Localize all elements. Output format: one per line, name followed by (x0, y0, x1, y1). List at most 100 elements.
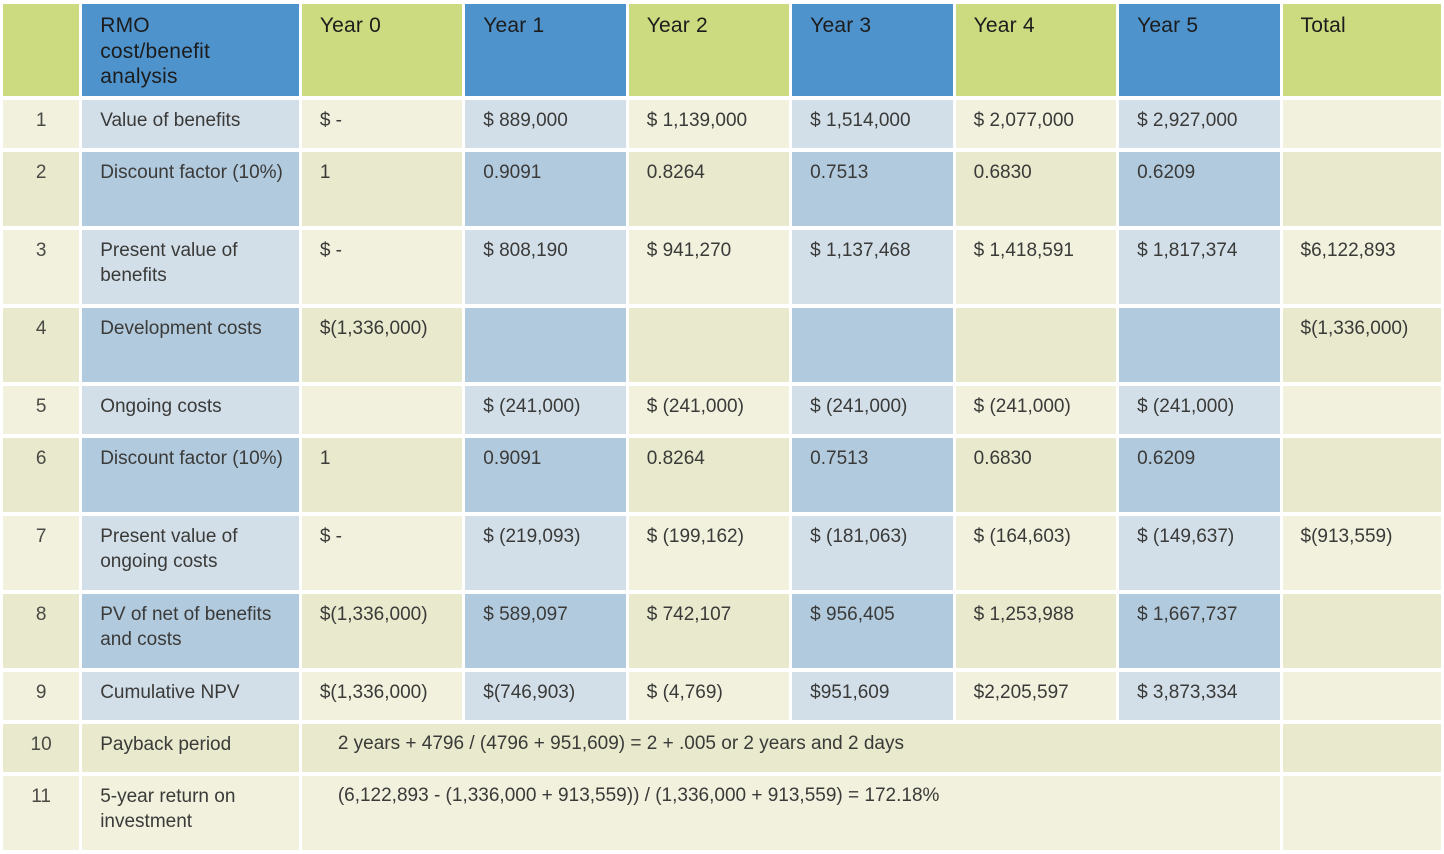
cell-year-2: $ (4,769) (628, 672, 790, 720)
cell-year-5 (1119, 308, 1280, 382)
row-number: 8 (3, 594, 80, 668)
cell-year-2: 0.8264 (628, 152, 790, 226)
cell-year-5: $ 3,873,334 (1119, 672, 1280, 720)
cell-year-4: 0.6830 (955, 438, 1117, 512)
cell-year-2: $ (241,000) (628, 386, 790, 434)
row-number: 6 (3, 438, 80, 512)
cell-total (1282, 100, 1441, 148)
payback-period-formula: 2 years + 4796 / (4796 + 951,609) = 2 + … (301, 724, 1280, 772)
row-label: Discount factor (10%) (82, 438, 299, 512)
cell-year-1: $ 808,190 (465, 230, 626, 304)
cost-benefit-analysis-table: RMO cost/benefit analysisRMOcost/benefit… (0, 0, 1444, 854)
cell-year-3: $ (241,000) (792, 386, 953, 434)
cell-year-5: $ 1,817,374 (1119, 230, 1280, 304)
row-label: Payback period (82, 724, 299, 772)
cell-year-3: 0.7513 (792, 438, 953, 512)
cell-year-0 (301, 386, 463, 434)
cell-year-1: $ (219,093) (465, 516, 626, 590)
row-label: Ongoing costs (82, 386, 299, 434)
cell-year-2: $ 742,107 (628, 594, 790, 668)
summary-row: 10 Payback period 2 years + 4796 / (4796… (3, 724, 1441, 772)
row-number: 2 (3, 152, 80, 226)
row-label: Value of benefits (82, 100, 299, 148)
cell-year-5: $ 2,927,000 (1119, 100, 1280, 148)
cell-year-4: 0.6830 (955, 152, 1117, 226)
cell-year-5: $ 1,667,737 (1119, 594, 1280, 668)
row-number: 7 (3, 516, 80, 590)
table-row: 1 Value of benefits $ - $ 889,000 $ 1,13… (3, 100, 1441, 148)
table-row: 6 Discount factor (10%) 1 0.9091 0.8264 … (3, 438, 1441, 512)
header-year-2: Year 2 (628, 4, 790, 96)
cell-total (1282, 386, 1441, 434)
cell-year-0: $(1,336,000) (301, 672, 463, 720)
cell-total (1282, 724, 1441, 772)
table-row: 4 Development costs $(1,336,000) $(1,336… (3, 308, 1441, 382)
cell-year-4 (955, 308, 1117, 382)
table-row: 3 Present value of benefits $ - $ 808,19… (3, 230, 1441, 304)
cell-year-1: $ 589,097 (465, 594, 626, 668)
row-number: 3 (3, 230, 80, 304)
cell-year-3: $ 1,137,468 (792, 230, 953, 304)
cell-year-5: 0.6209 (1119, 152, 1280, 226)
cell-year-2: $ (199,162) (628, 516, 790, 590)
row-number: 9 (3, 672, 80, 720)
table-row: 8 PV of net of benefits and costs $(1,33… (3, 594, 1441, 668)
header-year-4: Year 4 (955, 4, 1117, 96)
cell-year-2: $ 941,270 (628, 230, 790, 304)
cell-year-2: $ 1,139,000 (628, 100, 790, 148)
row-number: 4 (3, 308, 80, 382)
cell-year-3: $951,609 (792, 672, 953, 720)
cell-year-4: $2,205,597 (955, 672, 1117, 720)
cost-benefit-analysis-sheet: RMO cost/benefit analysisRMOcost/benefit… (0, 0, 1444, 850)
row-number: 1 (3, 100, 80, 148)
cell-total (1282, 438, 1441, 512)
row-label: Present value of ongoing costs (82, 516, 299, 590)
cell-year-1: $ 889,000 (465, 100, 626, 148)
cell-total: $(1,336,000) (1282, 308, 1441, 382)
cell-total: $6,122,893 (1282, 230, 1441, 304)
table-header: RMO cost/benefit analysisRMOcost/benefit… (3, 4, 1441, 96)
table-row: 7 Present value of ongoing costs $ - $ (… (3, 516, 1441, 590)
cell-year-0: $(1,336,000) (301, 308, 463, 382)
table-row: 2 Discount factor (10%) 1 0.9091 0.8264 … (3, 152, 1441, 226)
cell-year-5: $ (149,637) (1119, 516, 1280, 590)
cell-year-4: $ 1,253,988 (955, 594, 1117, 668)
row-label: Cumulative NPV (82, 672, 299, 720)
cell-year-1: $ (241,000) (465, 386, 626, 434)
header-year-0: Year 0 (301, 4, 463, 96)
cell-year-5: 0.6209 (1119, 438, 1280, 512)
header-year-3: Year 3 (792, 4, 953, 96)
row-label: 5-year return on investment (82, 776, 299, 850)
header-title: RMO cost/benefit analysisRMOcost/benefit… (82, 4, 299, 96)
cell-year-1: $(746,903) (465, 672, 626, 720)
cell-year-0: $ - (301, 100, 463, 148)
row-label: Discount factor (10%) (82, 152, 299, 226)
cell-year-0: 1 (301, 438, 463, 512)
table-row: 9 Cumulative NPV $(1,336,000) $(746,903)… (3, 672, 1441, 720)
cell-year-5: $ (241,000) (1119, 386, 1280, 434)
cell-year-1: 0.9091 (465, 152, 626, 226)
cell-year-3: $ 1,514,000 (792, 100, 953, 148)
cell-year-0: $ - (301, 230, 463, 304)
header-year-1: Year 1 (465, 4, 626, 96)
cell-total (1282, 776, 1441, 850)
row-label: Present value of benefits (82, 230, 299, 304)
cell-year-4: $ (241,000) (955, 386, 1117, 434)
cell-year-0: $(1,336,000) (301, 594, 463, 668)
header-corner (3, 4, 80, 96)
cell-total (1282, 594, 1441, 668)
roi-formula: (6,122,893 - (1,336,000 + 913,559)) / (1… (301, 776, 1280, 850)
cell-total (1282, 672, 1441, 720)
cell-year-1: 0.9091 (465, 438, 626, 512)
cell-total (1282, 152, 1441, 226)
header-title-text: RMO cost/benefit analysis (100, 14, 211, 89)
cell-year-2: 0.8264 (628, 438, 790, 512)
cell-year-3: $ 956,405 (792, 594, 953, 668)
cell-year-4: $ (164,603) (955, 516, 1117, 590)
cell-year-2 (628, 308, 790, 382)
cell-year-0: $ - (301, 516, 463, 590)
cell-year-3: $ (181,063) (792, 516, 953, 590)
row-number: 5 (3, 386, 80, 434)
header-year-5: Year 5 (1119, 4, 1280, 96)
cell-year-4: $ 1,418,591 (955, 230, 1117, 304)
